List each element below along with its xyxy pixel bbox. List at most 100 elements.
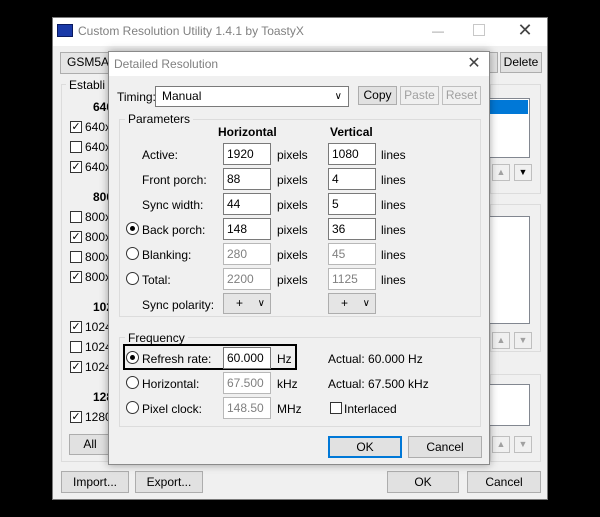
copy-button[interactable]: Copy [358, 86, 397, 105]
checkbox-640-2[interactable] [70, 141, 82, 153]
main-ok-button[interactable]: OK [387, 471, 459, 493]
move-up-button[interactable]: ▲ [492, 164, 510, 181]
back-porch-label: Back porch: [142, 223, 206, 237]
timing-select-value: Manual [162, 89, 202, 103]
chevron-down-icon: ∨ [257, 298, 265, 309]
main-titlebar[interactable]: Custom Resolution Utility 1.4.1 by Toast… [53, 18, 547, 46]
interlaced-checkbox[interactable] [330, 402, 342, 414]
blanking-vertical-input[interactable]: 45 [328, 243, 376, 265]
unit-label: pixels [277, 223, 308, 237]
vertical-polarity-value: + [341, 296, 349, 310]
timing-label: Timing: [117, 90, 156, 104]
all-button[interactable]: All [69, 434, 111, 455]
move-up-button-3[interactable]: ▲ [492, 436, 510, 453]
back-porch-vertical-input[interactable]: 36 [328, 218, 376, 240]
extension-blocks-list[interactable] [490, 384, 530, 426]
vertical-polarity-select[interactable]: + ∨ [328, 293, 376, 314]
pixel-clock-input[interactable]: 148.50 [223, 397, 271, 419]
horizontal-header: Horizontal [218, 125, 277, 139]
delete-button[interactable]: Delete [500, 52, 542, 73]
active-label: Active: [142, 148, 179, 162]
checkbox-800-2[interactable]: ✓ [70, 231, 82, 243]
back-porch-horizontal-input[interactable]: 148 [223, 218, 271, 240]
sync-width-vertical-input[interactable]: 5 [328, 193, 376, 215]
front-porch-label: Front porch: [142, 173, 207, 187]
move-down-button[interactable]: ▼ [514, 164, 532, 181]
dialog-cancel-button[interactable]: Cancel [408, 436, 482, 458]
move-up-button-2[interactable]: ▲ [492, 332, 510, 349]
back-porch-radio[interactable] [126, 222, 139, 235]
move-down-button-2[interactable]: ▼ [514, 332, 532, 349]
front-porch-vertical-input[interactable]: 4 [328, 168, 376, 190]
active-horizontal-input[interactable]: 1920 [223, 143, 271, 165]
refresh-rate-actual: Actual: 60.000 Hz [328, 352, 423, 366]
blanking-horizontal-input[interactable]: 280 [223, 243, 271, 265]
refresh-rate-input[interactable]: 60.000 [223, 347, 271, 369]
close-icon[interactable]: ✕ [515, 19, 535, 41]
total-radio[interactable] [126, 272, 139, 285]
horizontal-freq-input[interactable]: 67.500 [223, 372, 271, 394]
chevron-down-icon: ∨ [362, 298, 370, 309]
pixel-clock-label: Pixel clock: [142, 402, 203, 416]
dialog-titlebar[interactable]: Detailed Resolution ✕ [109, 52, 489, 76]
unit-label: lines [381, 198, 406, 212]
refresh-rate-radio[interactable] [126, 351, 139, 364]
parameters-label: Parameters [125, 112, 194, 126]
timing-select[interactable]: Manual ∨ [155, 86, 349, 107]
checkbox-640-3[interactable]: ✓ [70, 161, 82, 173]
active-vertical-input[interactable]: 1080 [328, 143, 376, 165]
unit-label: lines [381, 173, 406, 187]
horizontal-freq-radio[interactable] [126, 376, 139, 389]
unit-label: lines [381, 223, 406, 237]
established-label: Establi [66, 78, 109, 92]
checkbox-640-1[interactable]: ✓ [70, 121, 82, 133]
checkbox-1024-2[interactable] [70, 341, 82, 353]
detailed-resolution-dialog: Detailed Resolution ✕ Timing: Manual ∨ C… [108, 51, 490, 465]
horizontal-polarity-select[interactable]: + ∨ [223, 293, 271, 314]
checkbox-800-1[interactable] [70, 211, 82, 223]
unit-label: lines [381, 273, 406, 287]
minimize-icon[interactable]: — [428, 22, 448, 42]
checkbox-800-3[interactable] [70, 251, 82, 263]
main-cancel-button[interactable]: Cancel [467, 471, 541, 493]
selected-row[interactable] [490, 100, 528, 114]
front-porch-horizontal-input[interactable]: 88 [223, 168, 271, 190]
checkbox-800-4[interactable]: ✓ [70, 271, 82, 283]
vertical-header: Vertical [330, 125, 373, 139]
checkbox-1024-1[interactable]: ✓ [70, 321, 82, 333]
dialog-title: Detailed Resolution [114, 57, 219, 71]
pixel-clock-unit: MHz [277, 402, 302, 416]
main-window-title: Custom Resolution Utility 1.4.1 by Toast… [78, 24, 304, 38]
export-button[interactable]: Export... [135, 471, 203, 493]
horizontal-freq-actual: Actual: 67.500 kHz [328, 377, 429, 391]
unit-label: pixels [277, 273, 308, 287]
checkbox-1280-1[interactable]: ✓ [70, 411, 82, 423]
total-vertical-input[interactable]: 1125 [328, 268, 376, 290]
unit-label: pixels [277, 148, 308, 162]
blanking-label: Blanking: [142, 248, 192, 262]
interlaced-label: Interlaced [344, 402, 397, 416]
sync-width-horizontal-input[interactable]: 44 [223, 193, 271, 215]
dialog-ok-button[interactable]: OK [328, 436, 402, 458]
detailed-resolutions-list[interactable] [490, 98, 530, 158]
refresh-rate-unit: Hz [277, 352, 292, 366]
move-down-button-3[interactable]: ▼ [514, 436, 532, 453]
refresh-rate-label: Refresh rate: [142, 352, 212, 366]
paste-button[interactable]: Paste [400, 86, 439, 105]
monitor-app-icon [57, 24, 73, 37]
total-horizontal-input[interactable]: 2200 [223, 268, 271, 290]
dialog-close-icon[interactable]: ✕ [464, 53, 484, 75]
sync-polarity-label: Sync polarity: [142, 298, 215, 312]
unit-label: pixels [277, 173, 308, 187]
horizontal-freq-unit: kHz [277, 377, 298, 391]
import-button[interactable]: Import... [61, 471, 129, 493]
reset-button[interactable]: Reset [442, 86, 481, 105]
pixel-clock-radio[interactable] [126, 401, 139, 414]
frequency-label: Frequency [125, 331, 188, 345]
blanking-radio[interactable] [126, 247, 139, 260]
standard-resolutions-list[interactable] [490, 216, 530, 324]
checkbox-1024-3[interactable]: ✓ [70, 361, 82, 373]
horizontal-freq-label: Horizontal: [142, 377, 200, 391]
maximize-icon[interactable] [473, 24, 485, 36]
horizontal-polarity-value: + [236, 296, 244, 310]
